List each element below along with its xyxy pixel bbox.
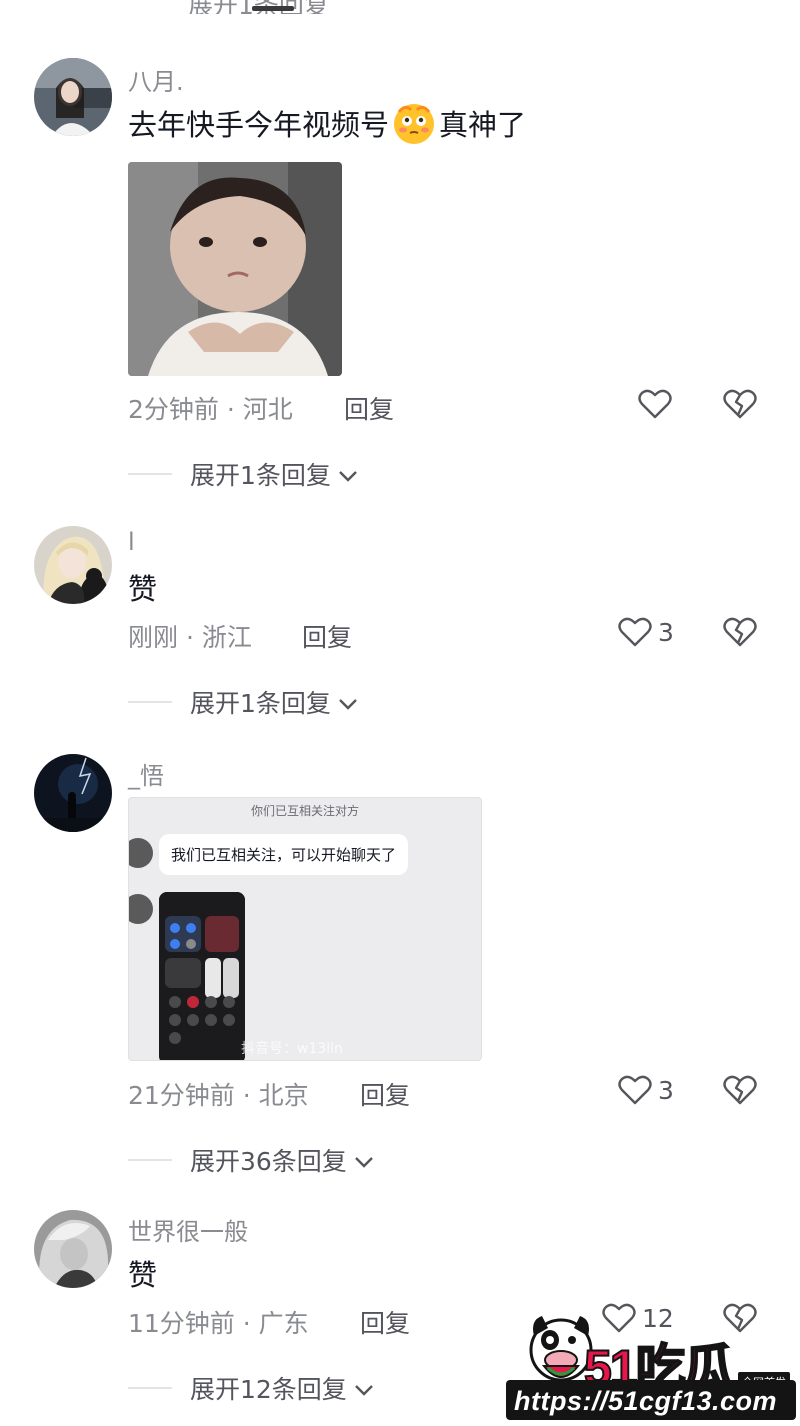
chevron-down-icon [353,1374,375,1403]
comment-text-before: 去年快手今年视频号 [128,108,390,142]
meta-separator: · [178,623,202,652]
expand-replies[interactable]: 展开36条回复 [128,1142,375,1178]
expand-label: 展开12条回复 [190,1375,347,1404]
expand-label: 展开1条回复 [190,689,331,718]
comment-location: 广东 [258,1309,309,1338]
expand-replies[interactable]: 展开1条回复 [128,684,359,720]
scroll-indicator [252,6,294,11]
flushed-face-emoji-icon [391,100,437,146]
comment-meta: 11分钟前 · 广东 [128,1304,309,1340]
top-partial-expand[interactable]: 展开1条回复 [0,0,800,14]
chevron-down-icon [353,1146,375,1175]
expand-label: 展开1条回复 [190,461,331,490]
dislike-button[interactable] [722,616,758,652]
like-count: 3 [658,617,674,647]
username[interactable]: 世界很一般 [128,1212,248,1247]
username[interactable]: l [128,528,135,556]
dislike-button[interactable] [722,388,758,424]
comment-text: 赞 [128,1258,158,1292]
expand-replies[interactable]: 展开1条回复 [128,456,359,492]
username[interactable]: 八月. [128,62,184,97]
comment-image-chat-screenshot[interactable]: 你们已互相关注对方 我们已互相关注，可以开始聊天了 抖音号：w13lln [128,797,482,1061]
broken-heart-icon [722,617,758,652]
avatar[interactable] [34,1210,112,1288]
phone-screenshot [159,892,245,1060]
username[interactable]: _悟 [128,756,164,791]
chevron-down-icon [337,460,359,489]
expand-replies[interactable]: 展开12条回复 [128,1370,375,1406]
chat-avatar [129,838,153,868]
reply-button[interactable]: 回复 [344,390,394,426]
like-button[interactable] [638,388,672,420]
video-watermark: 抖音号：w13lln [241,1041,343,1057]
comment-location: 北京 [258,1081,309,1110]
comment-time: 2分钟前 [128,395,219,424]
heart-outline-icon [618,1074,652,1106]
broken-heart-icon [722,389,758,424]
comment-time: 21分钟前 [128,1081,235,1110]
avatar[interactable] [34,58,112,136]
comment-time: 11分钟前 [128,1309,235,1338]
site-url: https://51cgf13.com [514,1386,778,1416]
comment-meta: 21分钟前 · 北京 [128,1076,309,1112]
reply-button[interactable]: 回复 [302,618,352,654]
meta-separator: · [234,1081,259,1110]
chat-system-message: 你们已互相关注对方 [250,804,359,818]
chat-bubble: 我们已互相关注，可以开始聊天了 [159,834,409,875]
meta-separator: · [234,1309,259,1338]
comment-location: 河北 [242,395,293,424]
site-watermark-logo: 51吃瓜 全网首发 https://51cgf13.com [504,1300,796,1422]
comment-text: 赞 [128,572,158,606]
chevron-down-icon [337,688,359,717]
heart-outline-icon [638,388,672,420]
expand-label: 展开36条回复 [190,1147,347,1176]
dislike-button[interactable] [722,1074,758,1110]
broken-heart-icon [722,1075,758,1110]
comment-image-baby[interactable] [128,162,342,376]
meta-separator: · [218,395,243,424]
comment-meta: 刚刚 · 浙江 [128,618,252,654]
comment-time: 刚刚 [128,623,179,652]
comment-text-after: 真神了 [439,108,527,142]
chat-avatar [129,894,153,924]
avatar[interactable] [34,754,112,832]
like-count: 3 [658,1075,674,1105]
divider-line [128,1387,172,1389]
divider-line [128,473,172,475]
like-button[interactable]: 3 [618,1074,674,1106]
heart-outline-icon [618,616,652,648]
divider-line [128,1159,172,1161]
comment-location: 浙江 [201,623,252,652]
reply-button[interactable]: 回复 [360,1304,410,1340]
divider-line [128,701,172,703]
like-button[interactable]: 3 [618,616,674,648]
avatar[interactable] [34,526,112,604]
comment-text: 去年快手今年视频号 真神了 [128,100,526,146]
reply-button[interactable]: 回复 [360,1076,410,1112]
comment-meta: 2分钟前 · 河北 [128,390,293,426]
